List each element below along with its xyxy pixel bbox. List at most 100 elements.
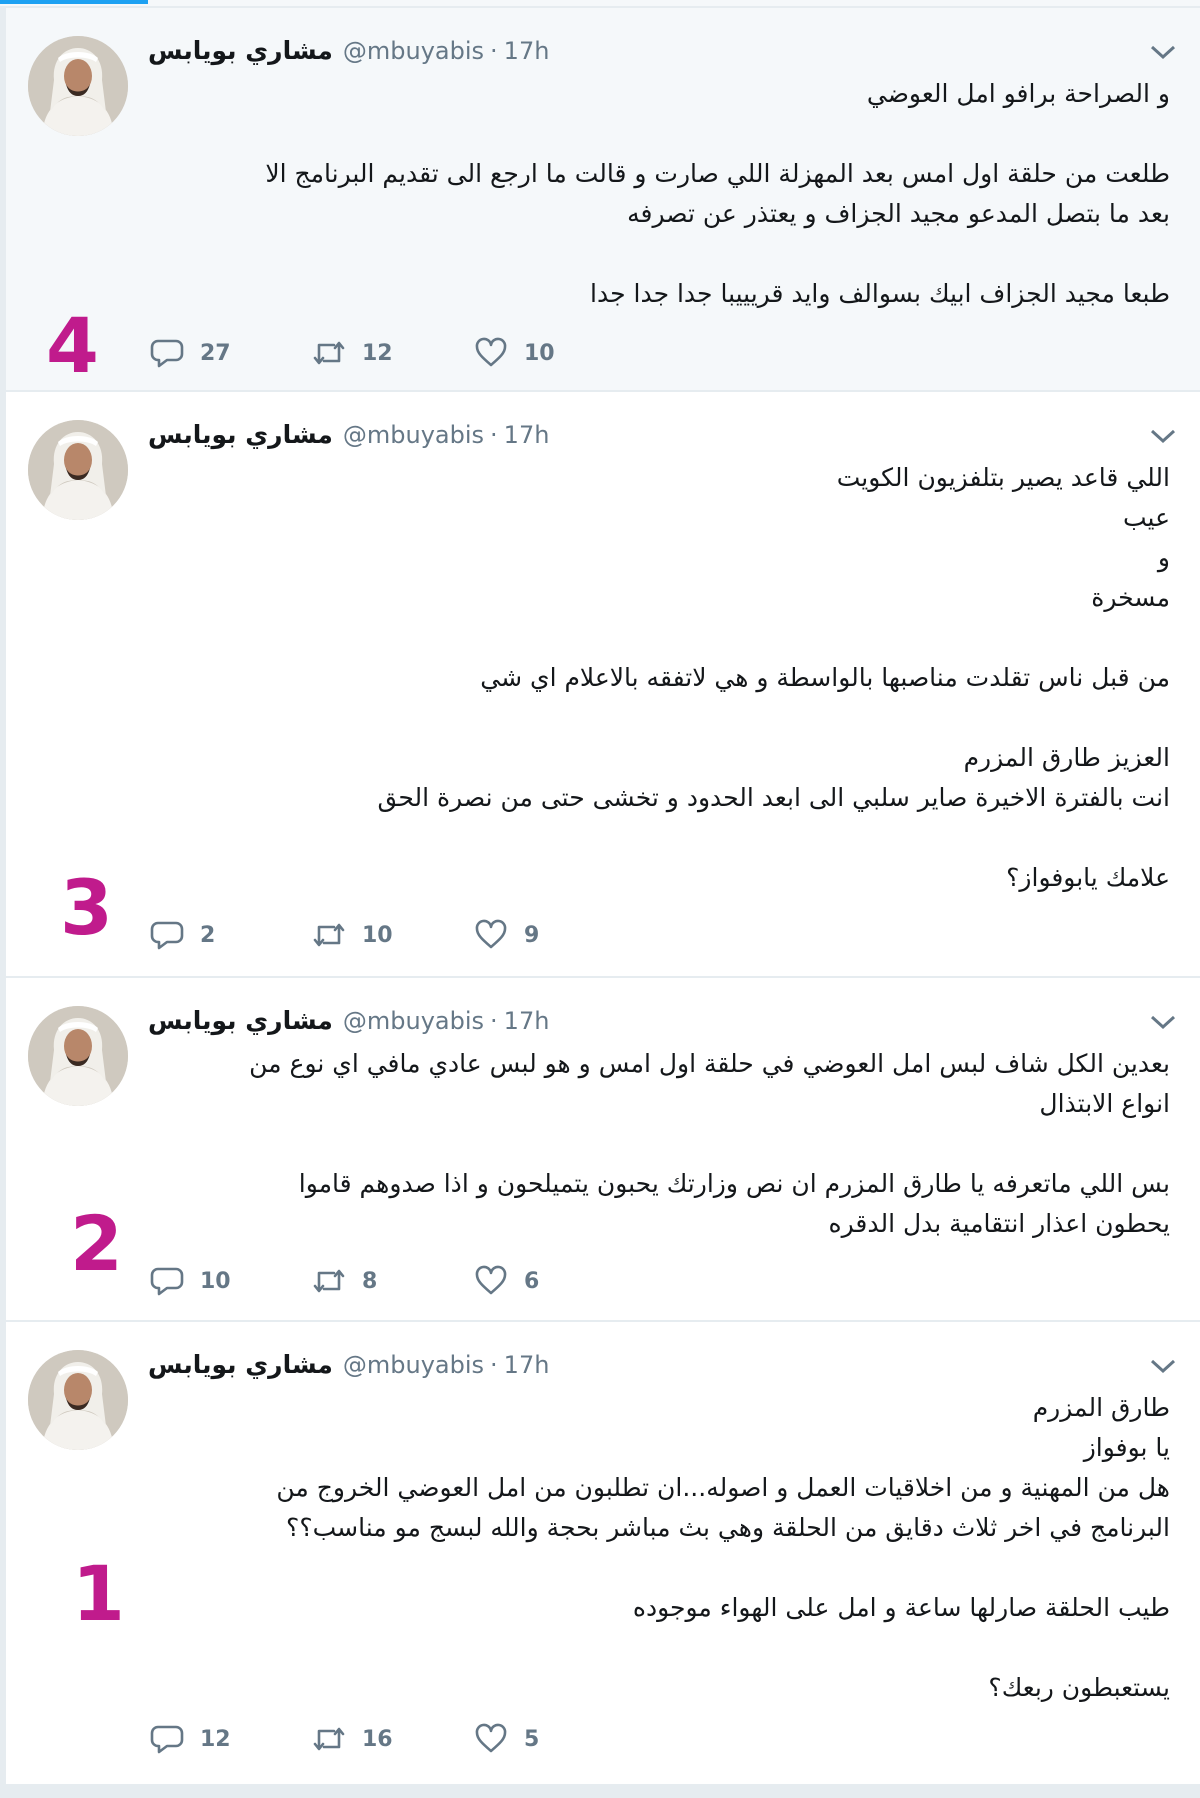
tweet-text-line: طارق المزرم (1032, 1393, 1170, 1422)
like-button[interactable]: 6 (474, 1264, 636, 1298)
retweet-count: 8 (362, 1268, 378, 1294)
user-handle[interactable]: @mbuyabis (343, 1351, 484, 1379)
avatar[interactable] (28, 36, 128, 136)
tweet-text-line: و (1157, 543, 1170, 572)
reply-count: 10 (200, 1268, 231, 1294)
avatar[interactable] (28, 420, 128, 520)
tweet-text-line: طبعا مجيد الجزاف ابيك بسوالف وايد قريييب… (590, 279, 1170, 308)
tweet-text: اللي قاعد يصير بتلفزيون الكويت عيب و مسخ… (150, 458, 1171, 898)
user-handle[interactable]: @mbuyabis (343, 37, 484, 65)
like-count: 5 (524, 1726, 540, 1752)
reply-icon (150, 1267, 184, 1296)
separator-dot: · (490, 1351, 498, 1379)
reply-button[interactable]: 2 (150, 918, 312, 952)
annotation-number: 2 (70, 1199, 123, 1288)
separator-dot: · (490, 421, 498, 449)
timestamp[interactable]: 17h (504, 1007, 550, 1035)
tweet-text-line: العزيز طارق المزرم (963, 743, 1170, 772)
tweet[interactable]: مشاري بويابس @mbuyabis · 17h طارق المزرم… (6, 1322, 1200, 1786)
tweet-actions: 10 8 6 (150, 1264, 636, 1298)
annotation-number: 1 (72, 1549, 125, 1638)
tweet[interactable]: مشاري بويابس @mbuyabis · 17h اللي قاعد ي… (6, 392, 1200, 978)
display-name[interactable]: مشاري بويابس (148, 1006, 333, 1035)
tweet-text-line (150, 1548, 1170, 1588)
heart-icon (475, 919, 507, 949)
tweet-text-line: من قبل ناس تقلدت مناصبها بالواسطة و هي ل… (480, 663, 1170, 692)
tweet-feed: مشاري بويابس @mbuyabis · 17h و الصراحة ب… (6, 8, 1200, 1786)
active-tab-indicator (0, 0, 148, 4)
tweet-text-line (150, 818, 1170, 858)
chevron-down-icon[interactable] (1150, 1358, 1176, 1374)
tweet-header: مشاري بويابس @mbuyabis · 17h (148, 1350, 549, 1380)
user-handle[interactable]: @mbuyabis (343, 1007, 484, 1035)
like-button[interactable]: 5 (474, 1722, 636, 1756)
like-button[interactable]: 10 (474, 336, 636, 370)
tweet-text-line: البرنامج في اخر ثلاث دقايق من الحلقة وهي… (286, 1513, 1170, 1542)
retweet-icon (313, 1269, 345, 1293)
tweet-header: مشاري بويابس @mbuyabis · 17h (148, 1006, 549, 1036)
tweet-text-line: بعدين الكل شاف لبس امل العوضي في حلقة او… (249, 1049, 1170, 1078)
display-name[interactable]: مشاري بويابس (148, 1350, 333, 1379)
retweet-button[interactable]: 8 (312, 1264, 474, 1298)
tweet-text-line: يستعبطون ربعك؟ (988, 1673, 1170, 1702)
timestamp[interactable]: 17h (504, 37, 550, 65)
reply-button[interactable]: 12 (150, 1722, 312, 1756)
tweet-actions: 27 12 10 (150, 336, 636, 370)
retweet-icon (313, 1727, 345, 1751)
profile-photo (28, 420, 128, 520)
annotation-number: 3 (60, 863, 113, 952)
tweet-text: طارق المزرم يا بوفواز هل من المهنية و من… (150, 1388, 1170, 1708)
retweet-button[interactable]: 12 (312, 336, 474, 370)
tweet-text-line: عيب (1122, 503, 1170, 532)
profile-photo (28, 1350, 128, 1450)
tweet-text-line: انواع الابتذال (1039, 1089, 1170, 1118)
retweet-button[interactable]: 16 (312, 1722, 474, 1756)
tweet-text-line: انت بالفترة الاخيرة صاير سلبي الى ابعد ا… (377, 783, 1171, 812)
tweet-text: و الصراحة برافو امل العوضي طلعت من حلقة … (150, 74, 1170, 314)
reply-button[interactable]: 10 (150, 1264, 312, 1298)
reply-icon (150, 921, 184, 950)
separator-dot: · (490, 37, 498, 65)
retweet-button[interactable]: 10 (312, 918, 474, 952)
reply-count: 12 (200, 1726, 231, 1752)
tweet-header: مشاري بويابس @mbuyabis · 17h (148, 36, 549, 66)
heart-icon (475, 1723, 507, 1753)
tweet-header: مشاري بويابس @mbuyabis · 17h (148, 420, 549, 450)
tweet-text-line (150, 1628, 1170, 1668)
tweet-text-line: بس اللي ماتعرفه يا طارق المزرم ان نص وزا… (298, 1169, 1170, 1198)
tweet[interactable]: مشاري بويابس @mbuyabis · 17h بعدين الكل … (6, 978, 1200, 1322)
heart-icon (475, 1265, 507, 1295)
tweet-text-line (150, 698, 1170, 738)
timestamp[interactable]: 17h (504, 421, 550, 449)
chevron-down-icon[interactable] (1150, 1014, 1176, 1030)
like-button[interactable]: 9 (474, 918, 636, 952)
tweet[interactable]: مشاري بويابس @mbuyabis · 17h و الصراحة ب… (6, 8, 1200, 392)
tweet-text-line: علامك يابوفواز؟ (1006, 863, 1170, 892)
user-handle[interactable]: @mbuyabis (343, 421, 484, 449)
timestamp[interactable]: 17h (504, 1351, 550, 1379)
profile-photo (28, 1006, 128, 1106)
profile-photo (28, 36, 128, 136)
reply-button[interactable]: 27 (150, 336, 312, 370)
chevron-down-icon[interactable] (1150, 428, 1176, 444)
tweet-text-line: يا بوفواز (1083, 1433, 1170, 1462)
like-count: 9 (524, 922, 540, 948)
tweet-text-line (150, 1124, 1170, 1164)
avatar[interactable] (28, 1350, 128, 1450)
avatar[interactable] (28, 1006, 128, 1106)
chevron-down-icon[interactable] (1150, 44, 1176, 60)
retweet-count: 10 (362, 922, 393, 948)
reply-icon (150, 339, 184, 368)
tweet-actions: 12 16 5 (150, 1722, 636, 1756)
separator-dot: · (490, 1007, 498, 1035)
tweet-text-line: و الصراحة برافو امل العوضي (866, 79, 1170, 108)
retweet-count: 16 (362, 1726, 393, 1752)
like-count: 6 (524, 1268, 540, 1294)
display-name[interactable]: مشاري بويابس (148, 36, 333, 65)
heart-icon (475, 337, 507, 367)
tweet-text-line (150, 234, 1170, 274)
display-name[interactable]: مشاري بويابس (148, 420, 333, 449)
tweet-text: بعدين الكل شاف لبس امل العوضي في حلقة او… (150, 1044, 1170, 1244)
like-count: 10 (524, 340, 555, 366)
tweet-text-line: مسخرة (1091, 583, 1170, 612)
